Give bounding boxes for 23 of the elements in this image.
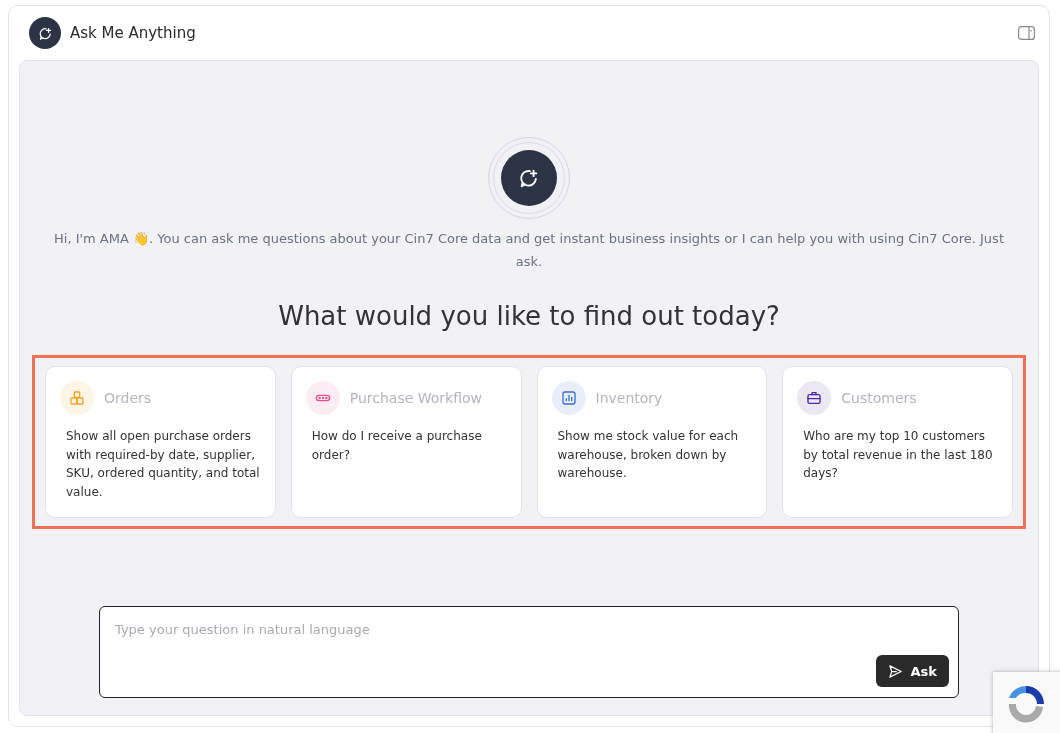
suggestion-card[interactable]: Purchase Workflow How do I receive a purchase order? — [290, 366, 522, 518]
card-prompt: Who are my top 10 customers by total revenue in the last 180 days? — [803, 428, 994, 482]
card-title: Orders — [104, 390, 152, 406]
question-field[interactable]: Type your question in natural language Ask — [99, 606, 959, 698]
card-title: Customers — [841, 390, 917, 406]
ask-button[interactable]: Ask — [875, 655, 949, 687]
suggestion-card[interactable]: Inventory Show me stock value for each warehouse, broken down by warehouse. — [536, 366, 768, 518]
card-title: Purchase Workflow — [349, 390, 483, 406]
card-prompt: Show me stock value for each warehouse, broken down by warehouse. — [557, 428, 740, 482]
bar-chart-icon — [560, 390, 577, 406]
suggestion-card[interactable]: Orders Show all open purchase orders with required-by date, supplier, SKU, ordered quantity, and total value. — [45, 366, 276, 518]
suggestion-card[interactable]: Customers Who are my top 10 customers by total revenue in the last 180 days? — [782, 366, 1013, 518]
card-prompt: How do I receive a purchase order? — [311, 428, 483, 464]
briefcase-icon — [806, 390, 823, 406]
send-icon — [887, 663, 903, 679]
heading: What would you like to find out today? — [278, 301, 780, 331]
card-prompt: Show all open purchase orders with required-by date, supplier, SKU, ordered quantity, and total value. — [66, 428, 261, 501]
greeting-text: Hi, I'm AMA 👋. You can ask me questions about your Cin7 Core data and get instant business insights or I can help you with using Cin7 Core. Just ask. — [53, 230, 1005, 271]
window-title: Ask Me Anything — [70, 24, 197, 42]
chat-spark-icon — [29, 17, 61, 49]
card-title: Inventory — [595, 390, 663, 406]
sidebar-toggle-icon[interactable] — [1018, 26, 1035, 40]
boxes-icon — [69, 390, 85, 406]
